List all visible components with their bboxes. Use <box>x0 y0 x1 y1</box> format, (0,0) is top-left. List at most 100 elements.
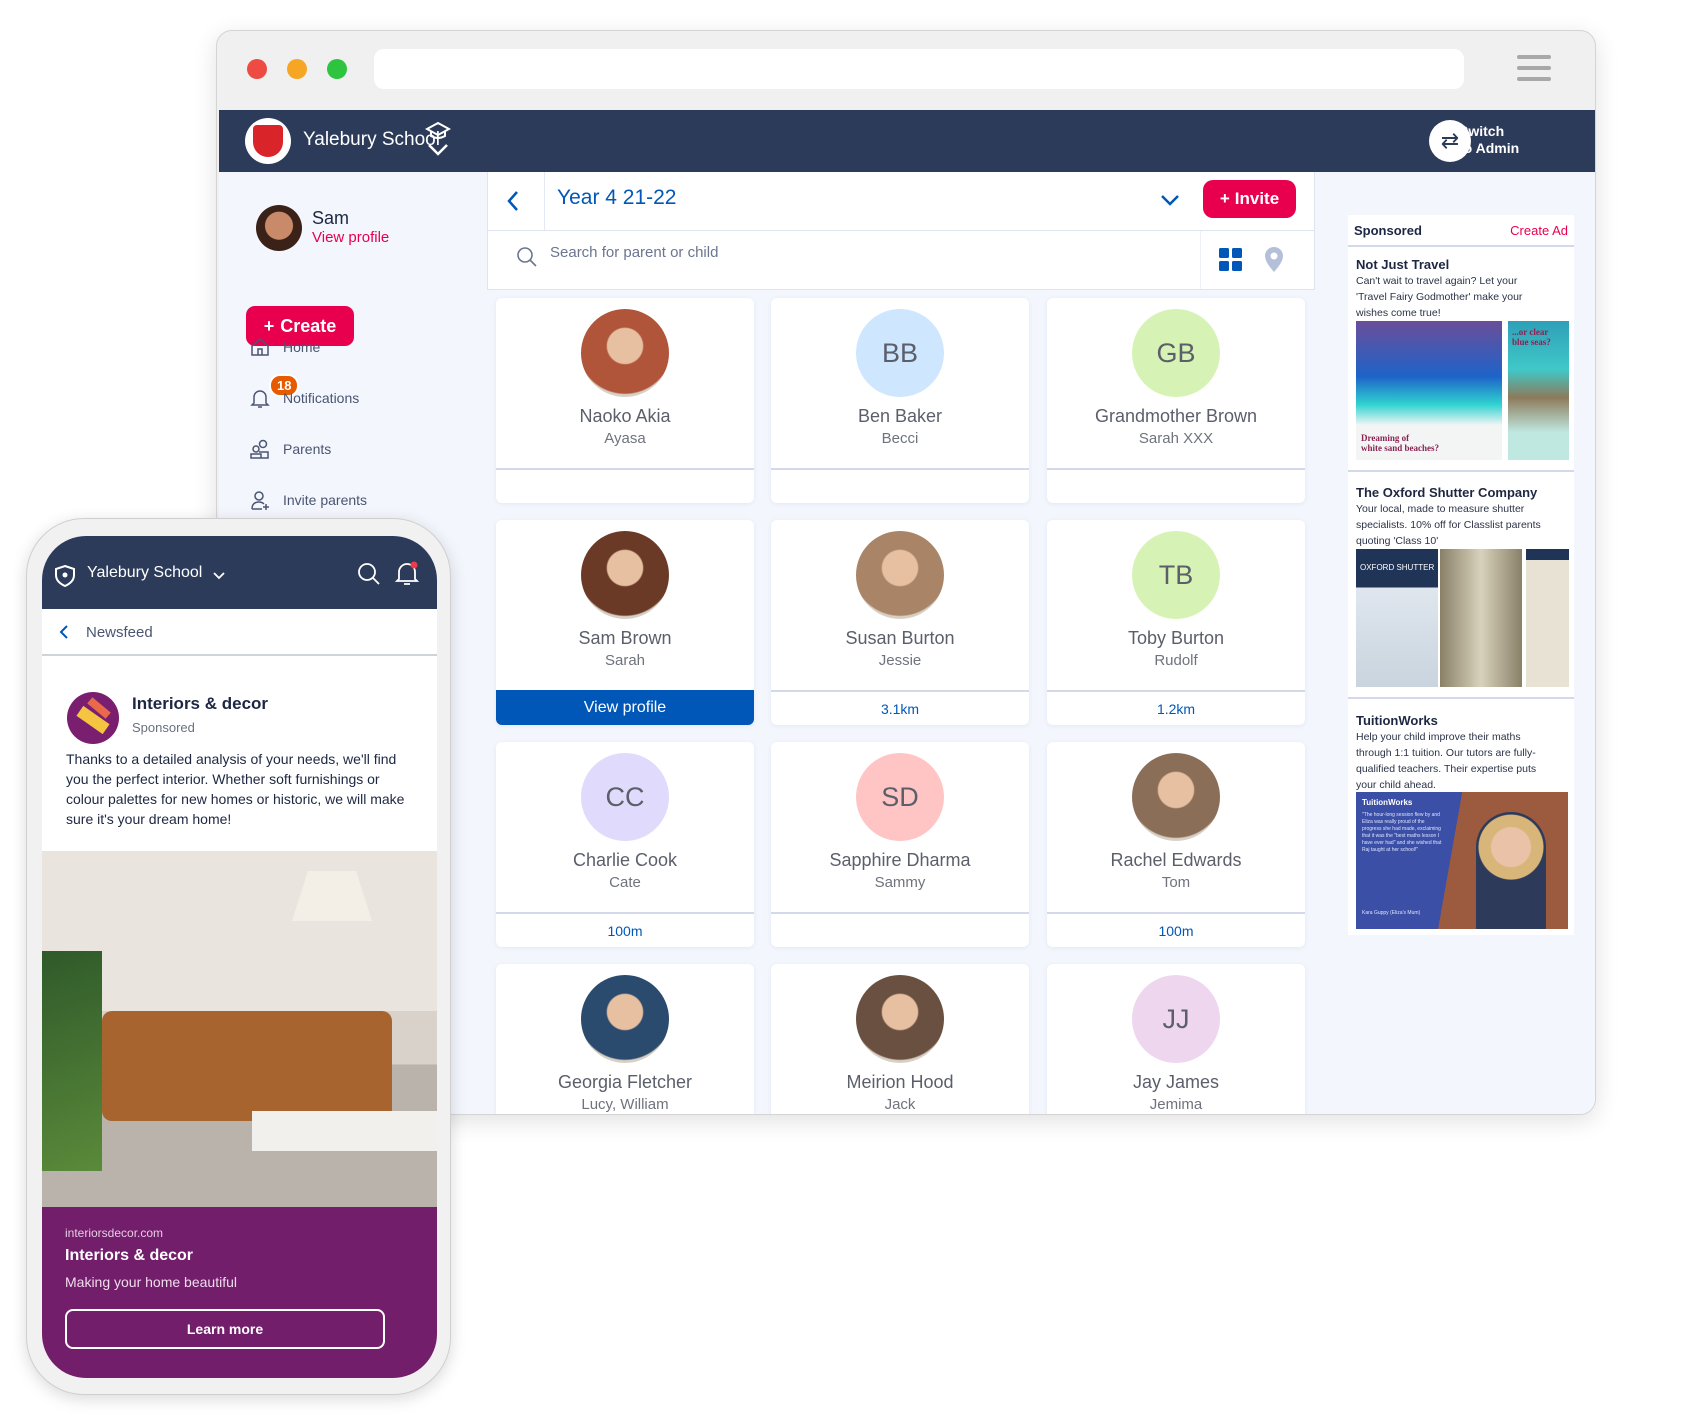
address-bar[interactable] <box>374 49 1464 89</box>
menu-icon[interactable] <box>1517 55 1551 81</box>
children-names: Ayasa <box>604 430 646 447</box>
sidebar-item-label: Invite parents <box>283 492 368 508</box>
children-names: Sarah XXX <box>1138 430 1214 447</box>
learn-more-button[interactable]: Learn more <box>65 1309 385 1349</box>
distance-label: 1.2km <box>1047 690 1305 725</box>
ad-line: quoting 'Class 10' <box>1356 535 1439 547</box>
sidebar-item-notifications[interactable]: Notifications <box>249 387 359 409</box>
map-pin-icon[interactable] <box>1264 246 1284 273</box>
distance-label: 3.1km <box>771 690 1029 725</box>
avatar <box>581 309 669 397</box>
initials-avatar: CC <box>581 753 669 841</box>
ad-image-shutters-window[interactable] <box>1526 549 1569 687</box>
image-text: Kara Guppy (Eliza's Mum) <box>1362 910 1421 916</box>
back-chevron-icon[interactable] <box>506 189 520 213</box>
ad-image-travel-beach[interactable]: Dreaming of white sand beaches? <box>1356 321 1502 460</box>
parent-card[interactable]: SD Sapphire Dharma Sammy <box>771 742 1029 947</box>
sidebar-item-invite-parents[interactable]: Invite parents <box>249 489 367 511</box>
parents-icon <box>250 439 269 459</box>
tutor-photo <box>1476 812 1546 929</box>
parent-name: Naoko Akia <box>579 406 671 426</box>
sidebar-item-label: Home <box>283 339 321 355</box>
minimize-window-button[interactable] <box>287 59 307 79</box>
switch-to-admin-button[interactable]: Switch to Admin <box>1459 123 1519 157</box>
distance-label <box>496 468 754 503</box>
invite-button[interactable]: + Invite <box>1203 180 1296 218</box>
ad-cta-title: Interiors & decor <box>65 1247 194 1264</box>
search-icon <box>517 247 537 267</box>
sidebar-item-home[interactable]: Home <box>249 336 320 358</box>
parent-card[interactable]: Rachel Edwards Tom 100m <box>1047 742 1305 947</box>
avatar <box>581 531 669 619</box>
ad-title[interactable]: TuitionWorks <box>1356 713 1438 728</box>
parent-card[interactable]: Sam Brown Sarah View profile <box>496 520 754 725</box>
parent-name: Rachel Edwards <box>1110 850 1242 870</box>
top-nav: Yalebury School ⇄ Switch to Admin <box>219 110 1595 172</box>
post-image-living-room[interactable] <box>42 851 437 1207</box>
parent-card[interactable]: Naoko Akia Ayasa <box>496 298 754 503</box>
close-window-button[interactable] <box>247 59 267 79</box>
plant <box>42 951 102 1171</box>
ad-line: your child ahead. <box>1356 779 1436 791</box>
parent-name: Meirion Hood <box>846 1072 954 1092</box>
parent-card[interactable]: Meirion Hood Jack <box>771 964 1029 1114</box>
back-chevron-icon[interactable] <box>59 624 69 640</box>
school-name[interactable]: Yalebury School <box>303 129 440 151</box>
distance-label: 100m <box>1047 912 1305 947</box>
phone-top-nav: Yalebury School <box>42 536 437 609</box>
parent-card[interactable]: TB Toby Burton Rudolf 1.2km <box>1047 520 1305 725</box>
divider <box>1348 470 1574 472</box>
newsfeed-label: Newsfeed <box>86 624 153 641</box>
chevron-down-icon[interactable] <box>213 572 225 580</box>
avatar <box>1132 753 1220 841</box>
phone-school-name[interactable]: Yalebury School <box>87 564 202 582</box>
ad-title[interactable]: The Oxford Shutter Company <box>1356 485 1537 500</box>
create-ad-link[interactable]: Create Ad <box>1510 223 1568 238</box>
image-text: Dreaming of <box>1361 433 1410 443</box>
class-title[interactable]: Year 4 21-22 <box>557 186 677 210</box>
chevron-down-icon[interactable] <box>1160 193 1180 207</box>
search-icon[interactable] <box>357 562 381 586</box>
grid-view-icon[interactable] <box>1219 248 1242 271</box>
parent-name: Sapphire Dharma <box>829 850 971 870</box>
view-profile-link[interactable]: View profile <box>312 229 389 246</box>
ad-image-travel-sea[interactable]: ...or clear blue seas? <box>1508 321 1569 460</box>
sidebar-item-label: Parents <box>283 441 332 457</box>
sidebar-item-parents[interactable]: Parents <box>249 438 331 460</box>
initials-avatar: SD <box>856 753 944 841</box>
invite-label: Invite <box>1234 189 1280 208</box>
avatar[interactable] <box>256 205 302 251</box>
ad-image-shutters[interactable]: OXFORD SHUTTER <box>1356 549 1438 687</box>
advertiser-avatar[interactable] <box>67 692 119 744</box>
bell-icon[interactable] <box>394 560 420 588</box>
parent-card[interactable]: JJ Jay James Jemima <box>1047 964 1305 1114</box>
parent-card[interactable]: CC Charlie Cook Cate 100m <box>496 742 754 947</box>
children-names: Sarah <box>604 652 646 669</box>
maximize-window-button[interactable] <box>327 59 347 79</box>
distance-label <box>771 912 1029 947</box>
plus-icon: + <box>1219 189 1230 208</box>
children-names: Jemima <box>1149 1096 1203 1113</box>
ad-cta-subtitle: Making your home beautiful <box>65 1274 237 1290</box>
bell-icon <box>250 390 270 408</box>
initials-avatar: BB <box>856 309 944 397</box>
parent-card[interactable]: BB Ben Baker Becci <box>771 298 1029 503</box>
ad-line: Your local, made to measure shutter <box>1356 503 1525 515</box>
ad-title[interactable]: Not Just Travel <box>1356 257 1449 272</box>
post-title[interactable]: Interiors & decor <box>132 694 268 714</box>
search-input[interactable]: Search for parent or child <box>550 244 718 261</box>
shield-icon <box>55 564 75 588</box>
view-profile-button[interactable]: View profile <box>496 690 754 725</box>
school-switcher-icon[interactable] <box>425 121 451 159</box>
parent-card[interactable]: GB Grandmother Brown Sarah XXX <box>1047 298 1305 503</box>
sponsored-label: Sponsored <box>132 720 195 735</box>
newsfeed-back-bar[interactable]: Newsfeed <box>42 609 437 656</box>
school-logo[interactable] <box>245 118 291 164</box>
parent-card[interactable]: Georgia Fletcher Lucy, William <box>496 964 754 1114</box>
ad-line: wishes come true! <box>1356 307 1441 319</box>
parent-card[interactable]: Susan Burton Jessie 3.1km <box>771 520 1029 725</box>
ad-image-tuitionworks[interactable]: TuitionWorks "The hour-long session flew… <box>1356 792 1568 929</box>
switch-label-2: to Admin <box>1459 140 1520 156</box>
phone-screen: Yalebury School Newsfeed Interiors & dec… <box>42 536 437 1378</box>
ad-image-shutters-room[interactable] <box>1440 549 1522 687</box>
